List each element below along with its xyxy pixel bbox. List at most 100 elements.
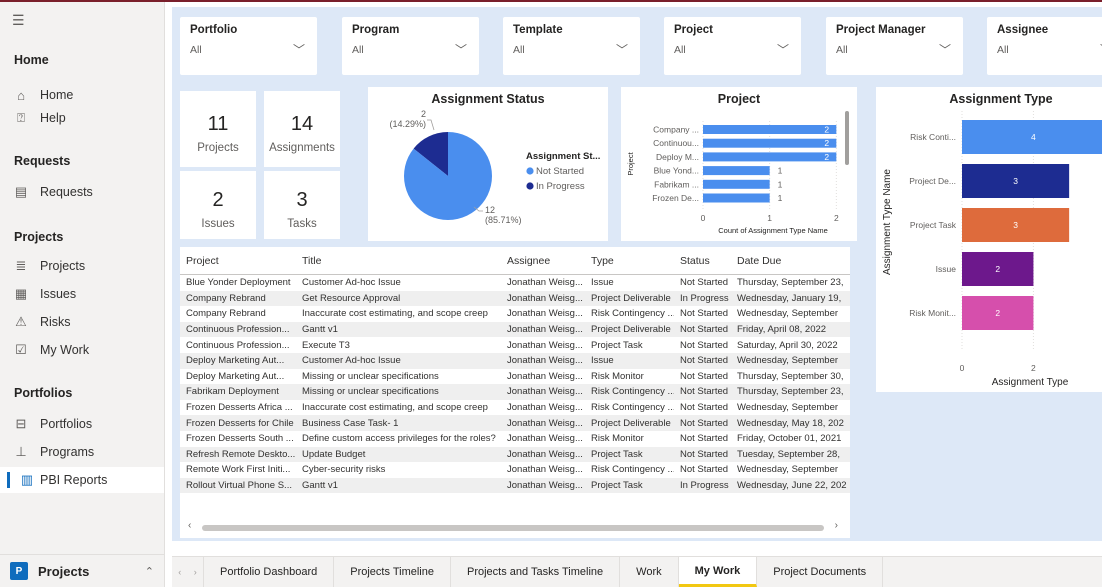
sidebar-item-programs[interactable]: ⊥ Programs	[0, 439, 164, 465]
table-row[interactable]: Continuous Profession... Gantt v1 Jonathan…	[180, 321, 850, 338]
x-tick-label: 0	[701, 213, 706, 223]
sidebar-item-help[interactable]: ⍰ Help	[0, 105, 164, 131]
section-home: Home	[14, 53, 49, 67]
bar[interactable]	[703, 125, 837, 134]
bar[interactable]	[703, 179, 770, 189]
sidebar-item-label: Programs	[40, 445, 95, 459]
slicer-label: Project	[674, 24, 713, 36]
cell-type: Project Deliverable	[591, 324, 671, 336]
table-row[interactable]: Rollout Virtual Phone S... Gantt v1 Jonath…	[180, 477, 850, 494]
kpi-label: Issues	[201, 218, 235, 230]
cell-project: Frozen Desserts South ...	[186, 433, 294, 445]
table-row[interactable]: Deploy Marketing Aut... Missing or unclea…	[180, 369, 850, 385]
assignment-status-chart[interactable]: Assignment Status 2 (14.29%) 12 (85.71%) Ass…	[368, 87, 608, 241]
cell-assignee: Jonathan Weisg...	[507, 417, 583, 429]
app-switcher[interactable]: P Projects ⌃	[0, 554, 164, 587]
table-row[interactable]: Blue Yonder Deployment Customer Ad-hoc Is…	[180, 275, 850, 291]
slicer-value: All	[513, 44, 525, 56]
sidebar-item-pbi-reports[interactable]: ▥ PBI Reports	[0, 467, 164, 493]
sidebar-item-portfolios[interactable]: ⊟ Portfolios	[0, 411, 164, 437]
cell-date-due: Thursday, September 30,	[737, 370, 844, 382]
tab-work[interactable]: Work	[620, 557, 679, 587]
sidebar-item-risks[interactable]: ⚠ Risks	[0, 309, 164, 335]
cell-type: Risk Monitor	[591, 433, 644, 445]
table-row[interactable]: Frozen Desserts South ... Define custom a…	[180, 431, 850, 447]
chart-scrollbar[interactable]	[845, 111, 849, 165]
table-row[interactable]: Continuous Profession... Execute T3 Jonath…	[180, 337, 850, 353]
bar[interactable]	[703, 152, 837, 162]
sidebar-item-issues[interactable]: ▦ Issues	[0, 281, 164, 307]
tab-projects-and-tasks-timeline[interactable]: Projects and Tasks Timeline	[451, 557, 621, 587]
assignments-table[interactable]: Project Title Assignee Type Status Date …	[180, 247, 850, 538]
portfolios-icon: ⊟	[15, 416, 27, 431]
slicer-label: Assignee	[997, 24, 1049, 36]
kpi-card-issues: 2 Issues	[180, 171, 256, 239]
table-row[interactable]: Deploy Marketing Aut... Customer Ad-hoc I…	[180, 352, 850, 369]
x-axis-title: Count of Assignment Type Name	[718, 226, 828, 235]
cell-title: Gantt v1	[302, 480, 338, 492]
table-row[interactable]: Company Rebrand Get Resource Approval Jona…	[180, 290, 850, 307]
tab-portfolio-dashboard[interactable]: Portfolio Dashboard	[204, 557, 335, 587]
x-tick-label: 1	[767, 213, 772, 223]
category-label: Continuou...	[653, 138, 699, 148]
cell-date-due: Wednesday, January 19,	[737, 292, 842, 304]
scroll-right-arrow-icon[interactable]: ›	[835, 520, 838, 531]
cell-title: Missing or unclear specifications	[302, 386, 439, 398]
tab-my-work[interactable]: My Work	[678, 557, 758, 587]
cell-project: Deploy Marketing Aut...	[186, 370, 285, 382]
bar[interactable]	[703, 138, 837, 148]
legend-item: Not Started	[536, 166, 584, 177]
table-row[interactable]: Company Rebrand Inaccurate cost estimatin…	[180, 306, 850, 322]
chevron-down-icon: ﹀	[938, 43, 951, 57]
column-header-title[interactable]: Title	[296, 255, 501, 267]
sidebar-item-my-work[interactable]: ☑ My Work	[0, 337, 164, 363]
slicer-program[interactable]: Program All ﹀	[342, 17, 479, 75]
cell-date-due: Wednesday, September	[737, 402, 839, 414]
table-row[interactable]: Refresh Remote Deskto... Update Budget Jon…	[180, 446, 850, 463]
legend-marker	[526, 182, 534, 190]
slicer-label: Program	[352, 24, 400, 36]
bar[interactable]	[703, 193, 770, 203]
cell-title: Update Budget	[302, 448, 366, 460]
project-chart[interactable]: Project Company ... 2 Continuou... 2 Deploy …	[621, 87, 857, 241]
cell-assignee: Jonathan Weisg...	[507, 386, 583, 398]
table-row[interactable]: Remote Work First Initi... Cyber-security…	[180, 462, 850, 478]
next-page-icon[interactable]: ›	[194, 567, 197, 577]
pie-pct-in-progress: (14.29%)	[389, 119, 426, 129]
assignment-type-chart[interactable]: Assignment Type Risk Conti... 4 Project De…	[876, 87, 1102, 392]
sidebar-item-projects[interactable]: ≣ Projects	[0, 253, 164, 279]
previous-page-icon[interactable]: ‹	[178, 567, 181, 577]
horizontal-scrollbar[interactable]: ‹ ›	[188, 520, 838, 532]
column-header-assignee[interactable]: Assignee	[501, 255, 585, 267]
data-label: 3	[1013, 220, 1018, 230]
bar[interactable]	[703, 166, 770, 176]
data-label: 3	[1013, 176, 1018, 186]
section-projects: Projects	[14, 230, 64, 244]
hamburger-menu-icon[interactable]: ☰	[12, 12, 28, 29]
kpi-label: Tasks	[287, 218, 317, 230]
kpi-value: 3	[296, 189, 308, 211]
column-header-project[interactable]: Project	[180, 255, 296, 267]
cell-type: Issue	[591, 277, 614, 289]
column-header-date-due[interactable]: Date Due	[731, 255, 850, 267]
column-header-status[interactable]: Status	[674, 255, 731, 267]
slicer-project-manager[interactable]: Project Manager All ﹀	[826, 17, 963, 75]
sidebar-item-requests[interactable]: ▤ Requests	[0, 179, 164, 205]
app-switcher-title: Projects	[38, 563, 90, 579]
table-row[interactable]: Fabrikam Deployment Missing or unclear sp…	[180, 384, 850, 400]
tab-project-documents[interactable]: Project Documents	[757, 557, 884, 587]
cell-status: Not Started	[680, 308, 729, 320]
kpi-card-projects: 11 Projects	[180, 91, 256, 167]
scrollbar-thumb[interactable]	[202, 525, 824, 531]
slicer-template[interactable]: Template All ﹀	[503, 17, 640, 75]
table-row[interactable]: Frozen Desserts for Chile Business Case T…	[180, 415, 850, 431]
slicer-portfolio[interactable]: Portfolio All ﹀	[180, 17, 317, 75]
slicer-assignee[interactable]: Assignee All ﹀	[987, 17, 1102, 75]
slicer-project[interactable]: Project All ﹀	[664, 17, 801, 75]
tab-projects-timeline[interactable]: Projects Timeline	[334, 557, 451, 587]
slicer-label: Portfolio	[190, 24, 238, 36]
column-header-type[interactable]: Type	[585, 255, 674, 267]
table-row[interactable]: Frozen Desserts Africa ... Inaccurate cos…	[180, 400, 850, 416]
scroll-left-arrow-icon[interactable]: ‹	[188, 520, 191, 531]
cell-assignee: Jonathan Weisg...	[507, 308, 583, 320]
